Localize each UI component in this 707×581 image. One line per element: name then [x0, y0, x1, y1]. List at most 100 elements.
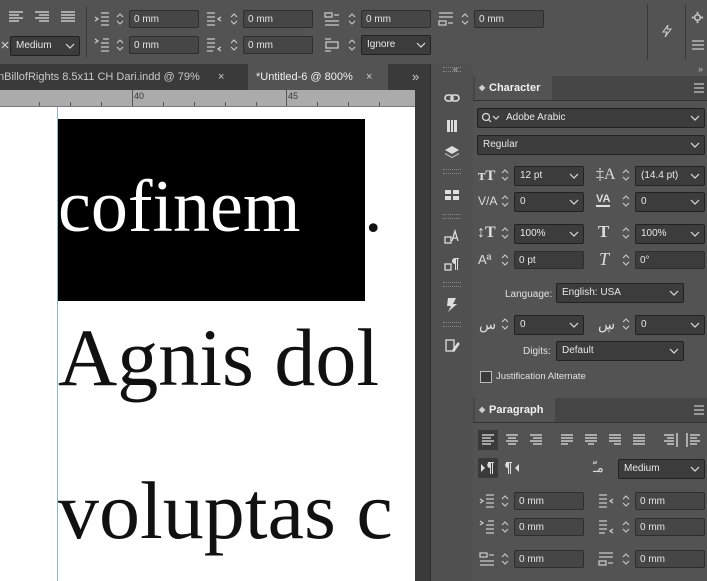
strip-grip[interactable] [443, 214, 461, 219]
spinner-arrows[interactable] [621, 251, 631, 269]
text-line[interactable]: Agnis dol [58, 317, 379, 399]
align-towards-spine-icon[interactable] [660, 430, 680, 450]
kerning-field[interactable]: 0 [514, 192, 584, 212]
justify-center-icon[interactable] [581, 430, 601, 450]
document-canvas[interactable]: cofinem . Agnis dol voluptas c [0, 107, 415, 581]
align-away-from-spine-icon[interactable] [684, 430, 704, 450]
tab-character[interactable]: ◆ Character [475, 76, 553, 100]
last-line-indent-field[interactable]: 0 mm [243, 36, 313, 54]
strip-grip[interactable] [443, 322, 461, 327]
menu-icon[interactable] [692, 40, 704, 50]
justify-icon[interactable] [60, 10, 76, 24]
font-family-dropdown[interactable]: Adobe Arabic [477, 108, 705, 128]
skew-field[interactable]: 0° [635, 251, 705, 269]
spinner-arrows[interactable] [115, 10, 125, 28]
spinner-arrows[interactable] [500, 251, 510, 269]
selected-text[interactable]: cofinem [58, 170, 300, 244]
rtl-direction-icon[interactable] [502, 458, 522, 478]
swatches-icon[interactable] [444, 187, 460, 203]
paragraph-composer-dropdown[interactable]: Medium [618, 459, 705, 479]
spinner-arrows[interactable] [229, 10, 239, 28]
diacritic-field[interactable]: 0 [635, 315, 705, 335]
expand-arrows-icon[interactable]: » [698, 64, 703, 74]
justification-alternate-checkbox[interactable] [480, 371, 492, 383]
spinner-arrows[interactable] [347, 10, 357, 28]
space-after-field[interactable]: 0 mm [474, 10, 544, 28]
lightning-icon[interactable] [661, 24, 673, 38]
space-before-field[interactable]: 0 mm [361, 10, 431, 28]
para-space-after-field[interactable]: 0 mm [635, 550, 705, 568]
tracking-field[interactable]: 0 [635, 192, 705, 212]
vertical-scale-field[interactable]: 100% [514, 224, 584, 244]
align-center-icon[interactable] [502, 430, 522, 450]
justify-right-icon[interactable] [605, 430, 625, 450]
paragraph-styles-icon[interactable] [444, 256, 460, 272]
para-left-indent-field[interactable]: 0 mm [514, 492, 584, 510]
text-line[interactable]: voluptas c [58, 470, 393, 552]
spinner-arrows[interactable] [500, 315, 510, 333]
horizontal-scale-field[interactable]: 100% [635, 224, 705, 244]
align-left-icon[interactable] [478, 430, 498, 450]
spinner-arrows[interactable] [500, 518, 510, 536]
ignore-dropdown[interactable]: Ignore [361, 35, 431, 55]
font-style-dropdown[interactable]: Regular [477, 135, 705, 155]
para-space-before-field[interactable]: 0 mm [514, 550, 584, 568]
spinner-arrows[interactable] [500, 166, 510, 184]
layers-icon[interactable] [444, 144, 460, 160]
spinner-arrows[interactable] [500, 550, 510, 568]
spinner-arrows[interactable] [621, 550, 631, 568]
strip-grip[interactable] [443, 67, 461, 72]
period-text[interactable]: . [364, 170, 383, 244]
panel-menu-icon[interactable] [694, 404, 704, 416]
spinner-arrows[interactable] [621, 192, 631, 210]
tab-paragraph[interactable]: ◆ Paragraph [475, 398, 556, 422]
spinner-arrows[interactable] [460, 10, 470, 28]
character-styles-icon[interactable] [444, 229, 460, 245]
spinner-arrows[interactable] [115, 36, 125, 54]
font-size-field[interactable]: 12 pt [514, 166, 584, 186]
spinner-arrows[interactable] [500, 192, 510, 210]
strip-grip[interactable] [443, 282, 461, 287]
baseline-shift-field[interactable]: 0 pt [514, 251, 584, 269]
left-indent-field[interactable]: 0 mm [129, 10, 199, 28]
align-left-icon[interactable] [8, 10, 24, 24]
language-dropdown[interactable]: English: USA [556, 283, 684, 303]
para-last-line-indent-field[interactable]: 0 mm [635, 518, 705, 536]
tab-billofrights[interactable]: nBillofRights 8.5x11 CH Dari.indd @ 79% … [0, 64, 248, 90]
ltr-direction-icon[interactable] [478, 458, 498, 478]
gear-icon[interactable] [691, 11, 704, 24]
stroke-icon[interactable] [444, 118, 460, 134]
first-line-indent-field[interactable]: 0 mm [129, 36, 199, 54]
pages-icon[interactable] [444, 297, 460, 313]
para-right-indent-field[interactable]: 0 mm [635, 492, 705, 510]
digits-dropdown[interactable]: Default [556, 341, 684, 361]
links-icon[interactable] [444, 90, 460, 106]
leading-field[interactable]: (14.4 pt) [635, 166, 705, 186]
strip-grip[interactable] [443, 169, 461, 174]
justify-all-icon[interactable] [629, 430, 649, 450]
close-icon[interactable]: × [218, 64, 224, 90]
close-icon[interactable]: × [366, 64, 372, 90]
spinner-arrows[interactable] [347, 36, 357, 54]
spinner-arrows[interactable] [229, 36, 239, 54]
para-first-line-indent-field[interactable]: 0 mm [514, 518, 584, 536]
justify-left-icon[interactable] [557, 430, 577, 450]
spinner-arrows[interactable] [621, 224, 631, 242]
panel-menu-icon[interactable] [694, 82, 704, 94]
vertical-scrollbar[interactable] [415, 90, 430, 581]
spinner-arrows[interactable] [621, 492, 631, 510]
align-right-icon[interactable] [526, 430, 546, 450]
kashida-field[interactable]: 0 [514, 315, 584, 335]
tab-overflow-icon[interactable]: » [412, 64, 419, 90]
spinner-arrows[interactable] [500, 224, 510, 242]
edit-icon[interactable] [444, 338, 460, 354]
composer-dropdown[interactable]: Medium [10, 36, 80, 56]
align-right-icon[interactable] [34, 10, 50, 24]
right-indent-field[interactable]: 0 mm [243, 10, 313, 28]
spinner-arrows[interactable] [621, 315, 631, 333]
spinner-arrows[interactable] [621, 518, 631, 536]
spinner-arrows[interactable] [500, 492, 510, 510]
spinner-arrows[interactable] [621, 166, 631, 184]
collapse-arrows-icon[interactable]: « [453, 64, 458, 74]
tab-untitled-6[interactable]: *Untitled-6 @ 800% × [248, 64, 388, 90]
